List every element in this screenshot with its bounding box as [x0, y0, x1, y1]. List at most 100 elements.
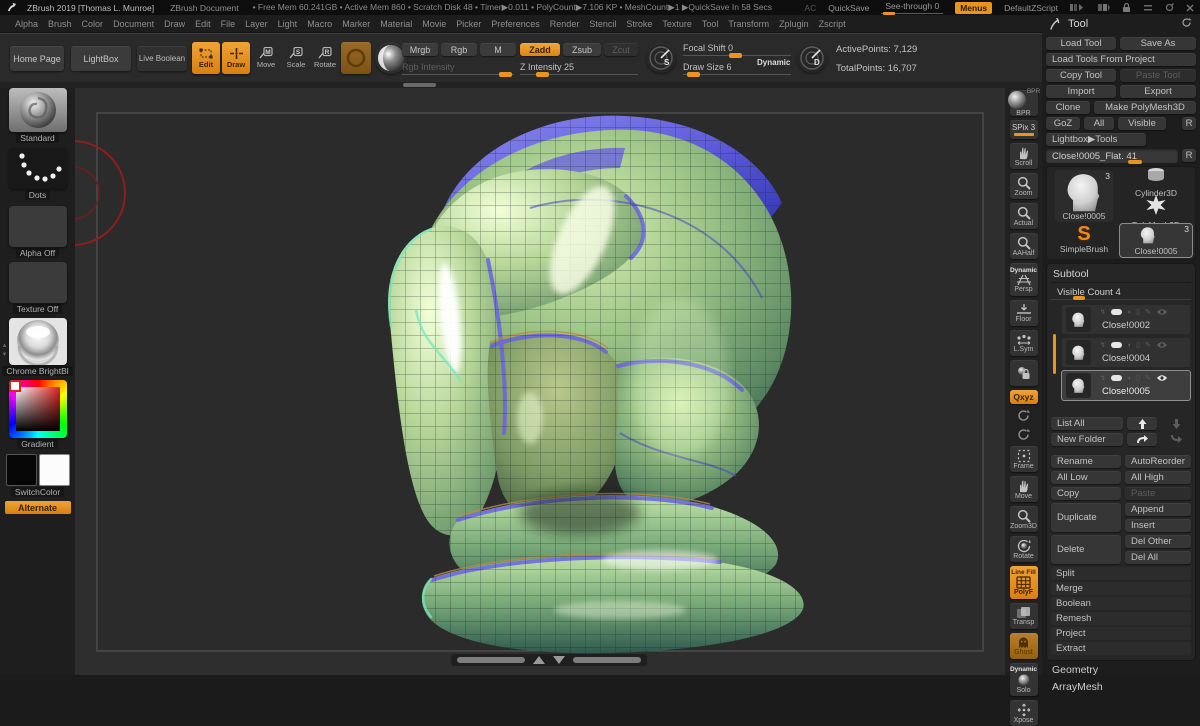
- menu-item-render[interactable]: Render: [545, 19, 585, 29]
- uv-icon[interactable]: ▯: [1136, 309, 1140, 316]
- export-button[interactable]: Export: [1120, 85, 1196, 98]
- subtool-thumbnail[interactable]: [1066, 307, 1091, 332]
- uv-icon[interactable]: ▯: [1136, 342, 1140, 349]
- halfmoon-icon[interactable]: ◖: [1127, 375, 1131, 382]
- color-swatches[interactable]: [6, 454, 70, 486]
- shelf-local-symmetry-button[interactable]: L.Sym: [1010, 330, 1038, 356]
- move-to-folder-button[interactable]: [1127, 433, 1157, 446]
- tool-item-simplebrush[interactable]: S SimpleBrush: [1055, 224, 1113, 254]
- close-icon[interactable]: [1186, 4, 1194, 12]
- shelf-frame-button[interactable]: Frame: [1010, 446, 1038, 472]
- tray-divider[interactable]: [451, 654, 647, 666]
- tray-item-alternate[interactable]: Alternate: [0, 501, 75, 514]
- import-button[interactable]: Import: [1046, 85, 1116, 98]
- subtool-item-close-0004[interactable]: ↯◖▯✎Close!0004: [1061, 337, 1191, 368]
- viewport[interactable]: [75, 88, 1005, 675]
- lightbox-tools-button[interactable]: Lightbox▶Tools: [1046, 133, 1146, 146]
- palette-history-icon[interactable]: [1181, 17, 1192, 31]
- edit-mode-button[interactable]: Edit: [192, 42, 220, 74]
- tray-item-texture-off[interactable]: Texture Off: [0, 262, 75, 314]
- polypaint-toggle-icon[interactable]: [1111, 342, 1122, 348]
- shelf-zoom-button[interactable]: Zoom: [1010, 173, 1038, 199]
- shelf-scroll-handle[interactable]: [403, 83, 436, 87]
- material-thumbnail[interactable]: [9, 318, 67, 365]
- rgb-intensity-slider[interactable]: Rgb Intensity: [402, 62, 514, 75]
- boolean-button[interactable]: Boolean: [1051, 597, 1191, 610]
- main-color-swatch[interactable]: [6, 454, 37, 486]
- link-icon[interactable]: [1165, 3, 1174, 12]
- visible-count-handle[interactable]: [1073, 296, 1085, 300]
- live-boolean-button[interactable]: Live Boolean: [137, 46, 187, 71]
- zadd-button[interactable]: Zadd: [520, 43, 560, 56]
- empty-thumbnail[interactable]: [9, 262, 67, 303]
- menu-item-light[interactable]: Light: [273, 19, 303, 29]
- menu-item-tool[interactable]: Tool: [697, 19, 724, 29]
- subtool-thumbnail[interactable]: [1066, 340, 1091, 365]
- project-button[interactable]: Project: [1051, 627, 1191, 640]
- menu-item-alpha[interactable]: Alpha: [10, 19, 43, 29]
- menu-item-file[interactable]: File: [216, 19, 241, 29]
- lock-icon[interactable]: [1122, 3, 1131, 13]
- zcut-button[interactable]: Zcut: [604, 43, 638, 56]
- tray-item-standard[interactable]: Standard: [0, 88, 75, 143]
- pen-icon[interactable]: ✎: [1145, 342, 1151, 349]
- menu-item-brush[interactable]: Brush: [43, 19, 77, 29]
- visible-count-slider[interactable]: Visible Count 4: [1051, 286, 1191, 300]
- shelf-zoom-3d-button[interactable]: Zoom3D: [1010, 506, 1038, 532]
- menu-item-movie[interactable]: Movie: [417, 19, 451, 29]
- menu-item-material[interactable]: Material: [375, 19, 417, 29]
- scale-mode-button[interactable]: S Scale: [282, 42, 310, 74]
- panel-slider-icon[interactable]: [1070, 3, 1084, 12]
- tray-scroll-arrows[interactable]: ▲▼: [1, 343, 8, 403]
- menu-item-edit[interactable]: Edit: [190, 19, 216, 29]
- shelf-bpr-button[interactable]: BPRBPR: [1010, 90, 1038, 116]
- zsub-button[interactable]: Zsub: [563, 43, 601, 56]
- tray-item-alpha-off[interactable]: Alpha Off: [0, 206, 75, 258]
- pen-icon[interactable]: ✎: [1145, 375, 1151, 382]
- menu-item-marker[interactable]: Marker: [337, 19, 375, 29]
- empty-thumbnail[interactable]: [9, 206, 67, 247]
- menu-item-texture[interactable]: Texture: [657, 19, 697, 29]
- alternate-button[interactable]: Alternate: [5, 501, 71, 514]
- menu-item-layer[interactable]: Layer: [240, 19, 273, 29]
- insert-button[interactable]: Insert: [1125, 519, 1191, 532]
- halfmoon-icon[interactable]: ◖: [1127, 309, 1131, 316]
- extract-button[interactable]: Extract: [1051, 642, 1191, 655]
- r-button-1[interactable]: R: [1182, 117, 1196, 130]
- r-button-2[interactable]: R: [1182, 149, 1196, 162]
- helmet-model[interactable]: [388, 116, 804, 654]
- menu-item-stroke[interactable]: Stroke: [621, 19, 657, 29]
- link-icon[interactable]: ↯: [1100, 375, 1106, 382]
- default-zscript-button[interactable]: DefaultZScript: [1004, 3, 1058, 13]
- subtool-scroll-indicator[interactable]: [1053, 334, 1056, 374]
- list-all-button[interactable]: List All: [1051, 417, 1123, 430]
- ac-toggle[interactable]: AC: [804, 3, 816, 13]
- palette-arraymesh[interactable]: ArrayMesh: [1046, 678, 1196, 695]
- subtool-up-button[interactable]: [1127, 417, 1157, 430]
- shelf-rotate-3d-button[interactable]: Rotate: [1010, 536, 1038, 562]
- z-intensity-slider[interactable]: Z Intensity 25: [520, 62, 638, 75]
- quicksave-button[interactable]: QuickSave: [828, 3, 869, 13]
- polypaint-toggle-icon[interactable]: [1111, 375, 1122, 381]
- divider-bar-right[interactable]: [573, 657, 641, 663]
- link-icon[interactable]: ↯: [1100, 342, 1106, 349]
- menu-item-zscript[interactable]: Zscript: [814, 19, 851, 29]
- stroke-thumbnail[interactable]: [9, 148, 67, 189]
- mrgb-button[interactable]: Mrgb: [402, 43, 438, 56]
- dynamic-label[interactable]: Dynamic: [757, 58, 790, 67]
- goz-all-button[interactable]: All: [1084, 117, 1114, 130]
- link-icon[interactable]: ↯: [1100, 309, 1106, 316]
- focal-shift-slider[interactable]: Focal Shift 0: [683, 43, 791, 56]
- split-button[interactable]: Split: [1051, 567, 1191, 580]
- active-tool-slider[interactable]: Close!0005_Flat. 41: [1046, 149, 1178, 163]
- draw-mode-button[interactable]: Draw: [222, 42, 250, 74]
- shelf-floor-button[interactable]: Floor: [1010, 300, 1038, 326]
- menu-item-draw[interactable]: Draw: [159, 19, 190, 29]
- visibility-eye-icon[interactable]: [1156, 308, 1168, 316]
- menu-item-preferences[interactable]: Preferences: [486, 19, 545, 29]
- tray-item-gradient[interactable]: Gradient: [0, 380, 75, 449]
- m-button[interactable]: M: [480, 43, 516, 56]
- menu-item-zplugin[interactable]: Zplugin: [774, 19, 814, 29]
- move-mode-button[interactable]: M Move: [252, 42, 280, 74]
- document-canvas[interactable]: [75, 88, 1005, 675]
